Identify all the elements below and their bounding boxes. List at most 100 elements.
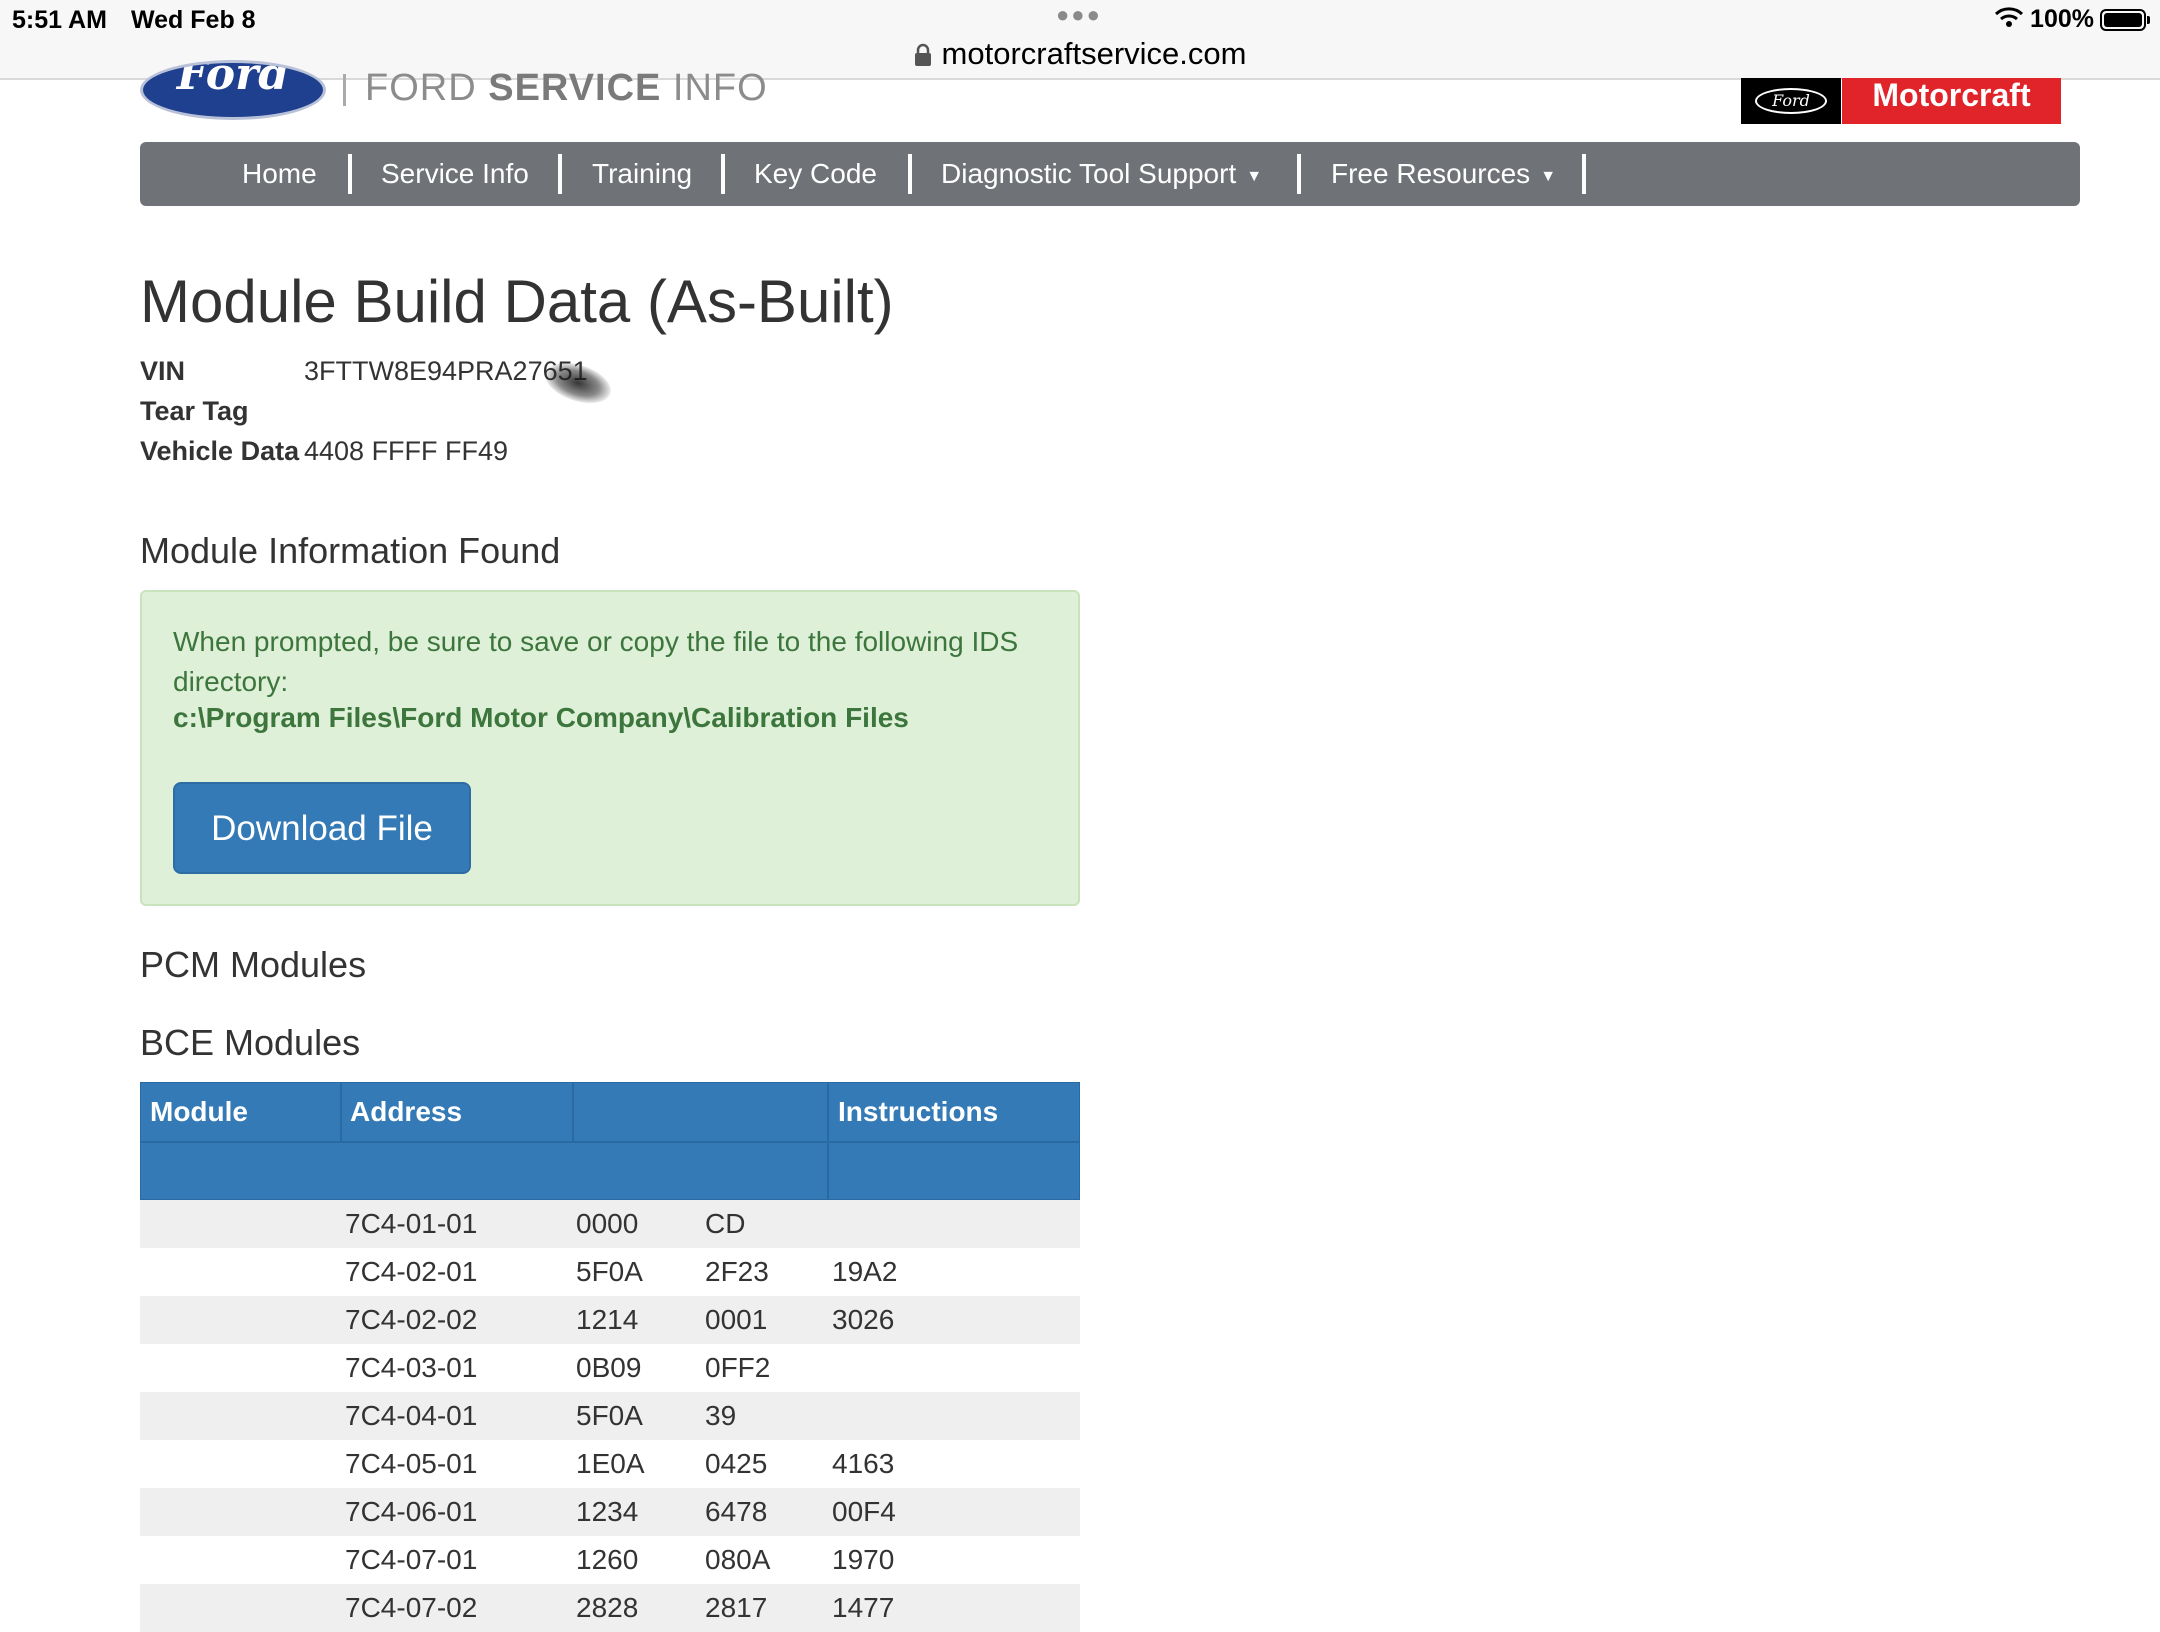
cell-address: 0000	[576, 1208, 639, 1239]
cell-module: 7C4-06-01	[345, 1496, 478, 1527]
cell-value: 39	[705, 1400, 737, 1431]
main-nav: Home Service Info Training Key Code Diag…	[140, 142, 2080, 206]
success-alert: When prompted, be sure to save or copy t…	[140, 590, 1080, 906]
table-row: 7C4-03-01 0B09 0FF2	[140, 1344, 1080, 1392]
cell-value: 080A	[705, 1544, 771, 1575]
vehicle-data-value: 4408 FFFF FF49	[304, 436, 509, 466]
address-bar[interactable]: motorcraftservice.com	[0, 36, 2160, 75]
bce-modules-table: Module Address Instructions 7C4-01-01 000…	[140, 1082, 1080, 1632]
site-title-end: INFO	[661, 68, 768, 104]
col-header-module: Module	[150, 1096, 248, 1127]
browser-status-bar: 5:51 AM Wed Feb 8 ●●● motorcraftservice.…	[0, 0, 2160, 80]
clock-time: 5:51 AM	[12, 6, 107, 34]
cell-value: 2F23	[705, 1256, 769, 1287]
nav-training[interactable]: Training	[592, 142, 692, 206]
table-row: 7C4-06-01 1234 6478 00F4	[140, 1488, 1080, 1536]
nav-separator	[1582, 154, 1586, 194]
tear-tag-label: Tear Tag	[140, 396, 249, 426]
table-header: Module Address Instructions	[140, 1082, 1080, 1200]
cell-module: 7C4-07-02	[345, 1592, 478, 1623]
table-row: 7C4-05-01 1E0A 0425 4163	[140, 1440, 1080, 1488]
header-divider	[340, 1083, 342, 1141]
cell-module: 7C4-07-01	[345, 1544, 478, 1575]
nav-diagnostic-tool-support[interactable]: Diagnostic Tool Support ▼	[941, 142, 1262, 206]
dropdown-caret-icon: ▼	[1246, 168, 1263, 185]
cell-address: 5F0A	[576, 1400, 643, 1431]
cell-module: 7C4-02-02	[345, 1304, 478, 1335]
cell-address: 5F0A	[576, 1256, 643, 1287]
cell-module: 7C4-02-01	[345, 1256, 478, 1287]
nav-separator	[908, 154, 912, 194]
nav-service-info[interactable]: Service Info	[381, 142, 529, 206]
nav-separator	[558, 154, 562, 194]
battery-percent: 100%	[2030, 5, 2094, 33]
page-title: Module Build Data (As-Built)	[140, 268, 894, 335]
nav-separator	[721, 154, 725, 194]
header-divider	[343, 74, 346, 106]
cell-value: 0001	[705, 1304, 768, 1335]
cell-value: 6478	[705, 1496, 768, 1527]
cell-value: CD	[705, 1208, 746, 1239]
cell-module: 7C4-05-01	[345, 1448, 478, 1479]
wifi-icon	[1994, 6, 2024, 33]
dropdown-caret-icon: ▼	[1540, 168, 1557, 185]
alert-message: When prompted, be sure to save or copy t…	[173, 626, 1019, 697]
table-row: 7C4-07-02 2828 2817 1477	[140, 1584, 1080, 1632]
cell-value: 0FF2	[705, 1352, 771, 1383]
ford-logo[interactable]: Ford	[140, 60, 326, 120]
nav-label: Service Info	[381, 158, 529, 189]
url-text: motorcraftservice.com	[941, 36, 1247, 71]
cell-instructions: 00F4	[832, 1496, 896, 1527]
cell-address: 2828	[576, 1592, 639, 1623]
cell-address: 1234	[576, 1496, 639, 1527]
ford-mini-logo: Ford	[1755, 88, 1827, 114]
cell-instructions: 4163	[832, 1448, 895, 1479]
table-row: 7C4-02-01 5F0A 2F23 19A2	[140, 1248, 1080, 1296]
vehicle-data-label: Vehicle Data	[140, 436, 300, 466]
bce-modules-heading: BCE Modules	[140, 1022, 361, 1063]
cell-instructions: 1970	[832, 1544, 895, 1575]
cell-module: 7C4-04-01	[345, 1400, 478, 1431]
table-row: 7C4-01-01 0000 CD	[140, 1200, 1080, 1248]
module-info-heading: Module Information Found	[140, 530, 561, 571]
alert-directory-path: c:\Program Files\Ford Motor Company\Cali…	[173, 702, 909, 733]
nav-separator	[1297, 154, 1301, 194]
cell-instructions: 1477	[832, 1592, 895, 1623]
cell-address: 0B09	[576, 1352, 642, 1383]
table-row: 7C4-02-02 1214 0001 3026	[140, 1296, 1080, 1344]
cell-address: 1E0A	[576, 1448, 645, 1479]
cell-value: 2817	[705, 1592, 768, 1623]
nav-label: Training	[592, 158, 693, 189]
site-title-bold: SERVICE	[488, 68, 662, 104]
site-title-part: FORD	[365, 68, 489, 104]
nav-key-code[interactable]: Key Code	[754, 142, 877, 206]
nav-label: Diagnostic Tool Support	[941, 158, 1237, 189]
col-header-address: Address	[350, 1096, 463, 1127]
nav-home[interactable]: Home	[242, 142, 317, 206]
nav-label: Key Code	[754, 158, 877, 189]
ford-logo-text: Ford	[176, 60, 290, 100]
cell-value: 0425	[705, 1448, 768, 1479]
cell-module: 7C4-03-01	[345, 1352, 478, 1383]
clock-date: Wed Feb 8	[131, 6, 256, 34]
col-header-instructions: Instructions	[838, 1096, 999, 1127]
site-title[interactable]: FORD SERVICE INFO	[365, 68, 768, 104]
header-divider	[827, 1083, 829, 1199]
nav-label: Home	[242, 158, 317, 189]
battery-icon	[2100, 8, 2150, 31]
motorcraft-ford-badge: Ford	[1741, 78, 1841, 124]
pcm-modules-heading: PCM Modules	[140, 944, 367, 985]
header-divider	[141, 1141, 1079, 1143]
nav-free-resources[interactable]: Free Resources ▼	[1331, 142, 1556, 206]
lock-icon	[914, 39, 932, 75]
table-body: 7C4-01-01 0000 CD 7C4-02-01 5F0A 2F23 19A2 7C4-…	[140, 1200, 1080, 1632]
vin-label: VIN	[140, 356, 186, 386]
nav-separator	[348, 154, 352, 194]
nav-label: Free Resources	[1331, 158, 1531, 189]
motorcraft-logo[interactable]: Motorcraft	[1842, 78, 2061, 124]
header-divider	[572, 1083, 574, 1141]
table-row: 7C4-04-01 5F0A 39	[140, 1392, 1080, 1440]
cell-address: 1260	[576, 1544, 639, 1575]
more-dots-icon[interactable]: ●●●	[1056, 2, 1102, 28]
download-file-button[interactable]: Download File	[173, 782, 471, 874]
